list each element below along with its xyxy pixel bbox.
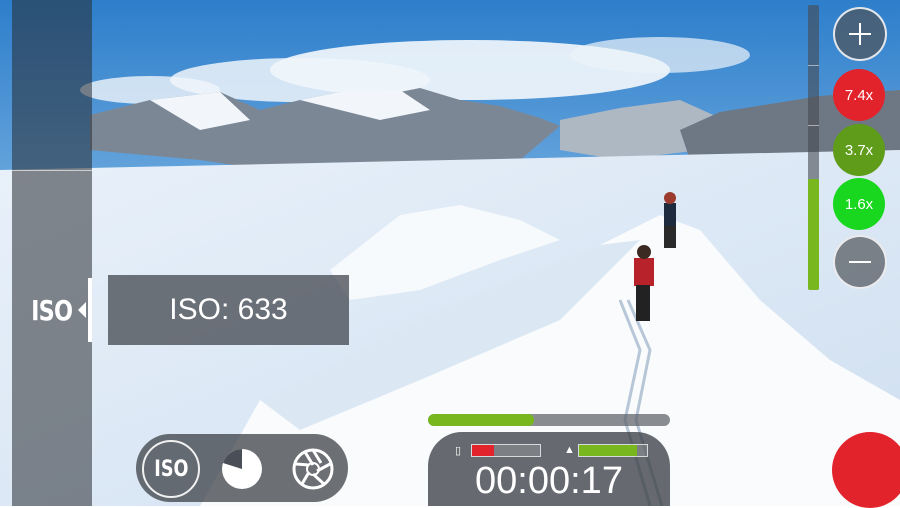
battery-meter — [578, 444, 648, 457]
zoom-preset-7-4x[interactable]: 7.4x — [833, 69, 885, 121]
iso-setting-tab[interactable]: ISO — [12, 278, 92, 342]
zoom-out-button[interactable] — [833, 235, 887, 289]
settings-strip — [12, 0, 92, 506]
exposure-pie-icon — [222, 449, 262, 489]
plus-icon — [849, 23, 871, 45]
record-button[interactable] — [832, 432, 900, 508]
camera-viewfinder[interactable] — [0, 0, 900, 506]
battery-icon: ▲ — [564, 444, 575, 456]
aperture-icon — [292, 448, 334, 490]
zoom-preset-3-7x[interactable]: 3.7x — [833, 124, 885, 176]
zoom-preset-label: 7.4x — [844, 86, 874, 104]
exposure-mode-button[interactable] — [213, 440, 271, 498]
iso-value-text: ISO: 633 — [169, 293, 288, 326]
zoom-preset-1-6x[interactable]: 1.6x — [833, 178, 885, 230]
strip-cell-top[interactable] — [12, 0, 92, 171]
iso-mode-button[interactable]: ISO — [142, 440, 200, 498]
zoom-tick — [808, 125, 819, 126]
recording-progress-fill — [428, 414, 535, 426]
zoom-in-button[interactable] — [833, 7, 887, 61]
storage-meter — [471, 444, 541, 457]
iso-tab-label: ISO — [31, 293, 73, 327]
aperture-mode-button[interactable] — [284, 440, 342, 498]
zoom-level-fill — [808, 179, 819, 290]
zoom-preset-label: 1.6x — [844, 195, 874, 213]
zoom-slider[interactable] — [808, 5, 819, 290]
minus-icon — [849, 261, 871, 263]
caret-left-icon — [78, 302, 86, 318]
zoom-preset-label: 3.7x — [844, 141, 874, 159]
snowy-mountain-scene — [0, 0, 900, 506]
selected-indicator — [88, 278, 92, 342]
battery-meter-fill — [579, 445, 637, 456]
recording-progress — [428, 414, 670, 426]
zoom-tick — [808, 65, 819, 66]
iso-value-popup: ISO: 633 — [108, 275, 349, 345]
iso-mode-label: ISO — [153, 456, 189, 482]
storage-meter-fill — [472, 445, 494, 456]
storage-icon: ▯ — [455, 445, 462, 457]
recording-timer: 00:00:17 — [475, 460, 623, 502]
